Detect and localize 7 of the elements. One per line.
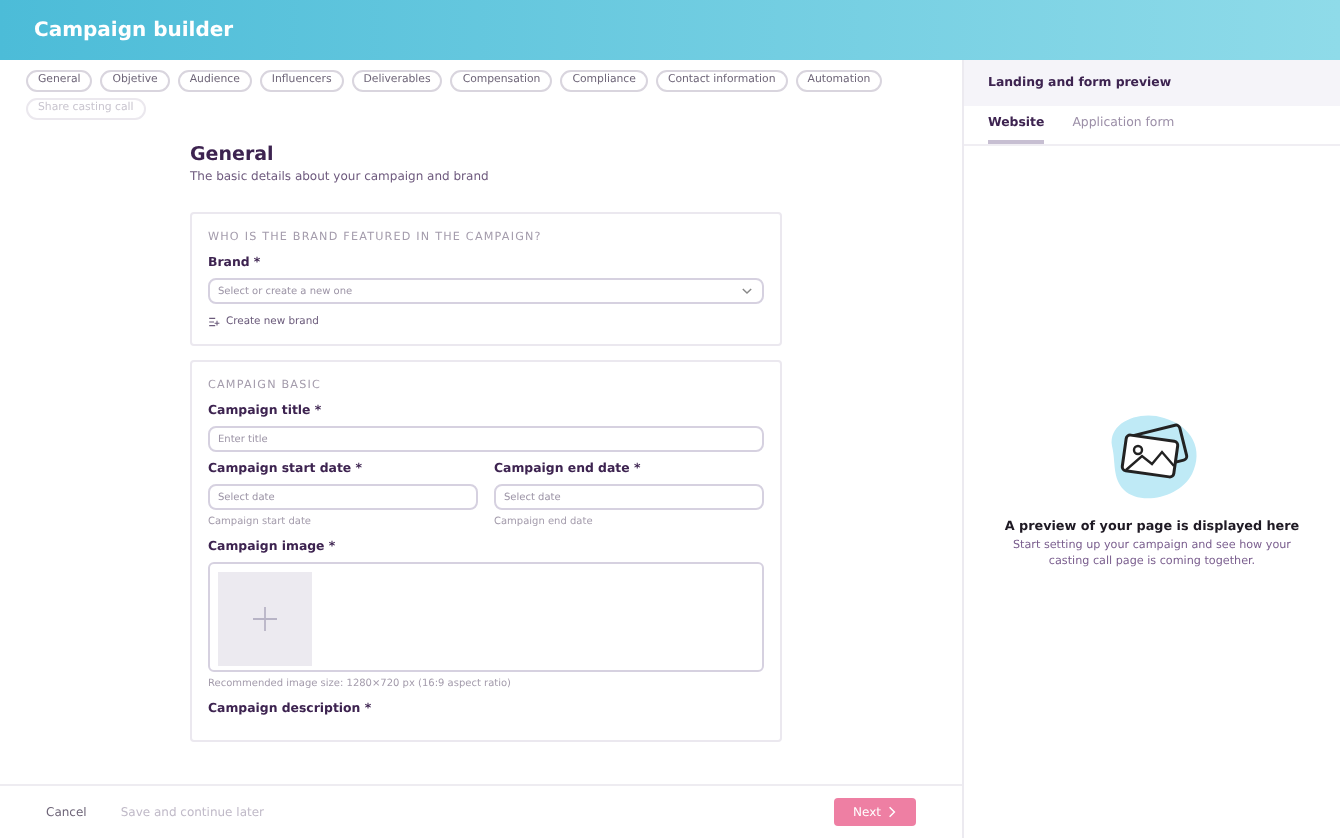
plus-icon bbox=[250, 604, 280, 634]
add-image-button[interactable] bbox=[218, 572, 312, 666]
chevron-right-icon bbox=[888, 806, 897, 818]
list-add-icon bbox=[208, 316, 220, 328]
section-title: General bbox=[190, 144, 276, 166]
chevron-down-icon bbox=[740, 284, 754, 298]
window-title: Campaign builder bbox=[34, 19, 234, 41]
